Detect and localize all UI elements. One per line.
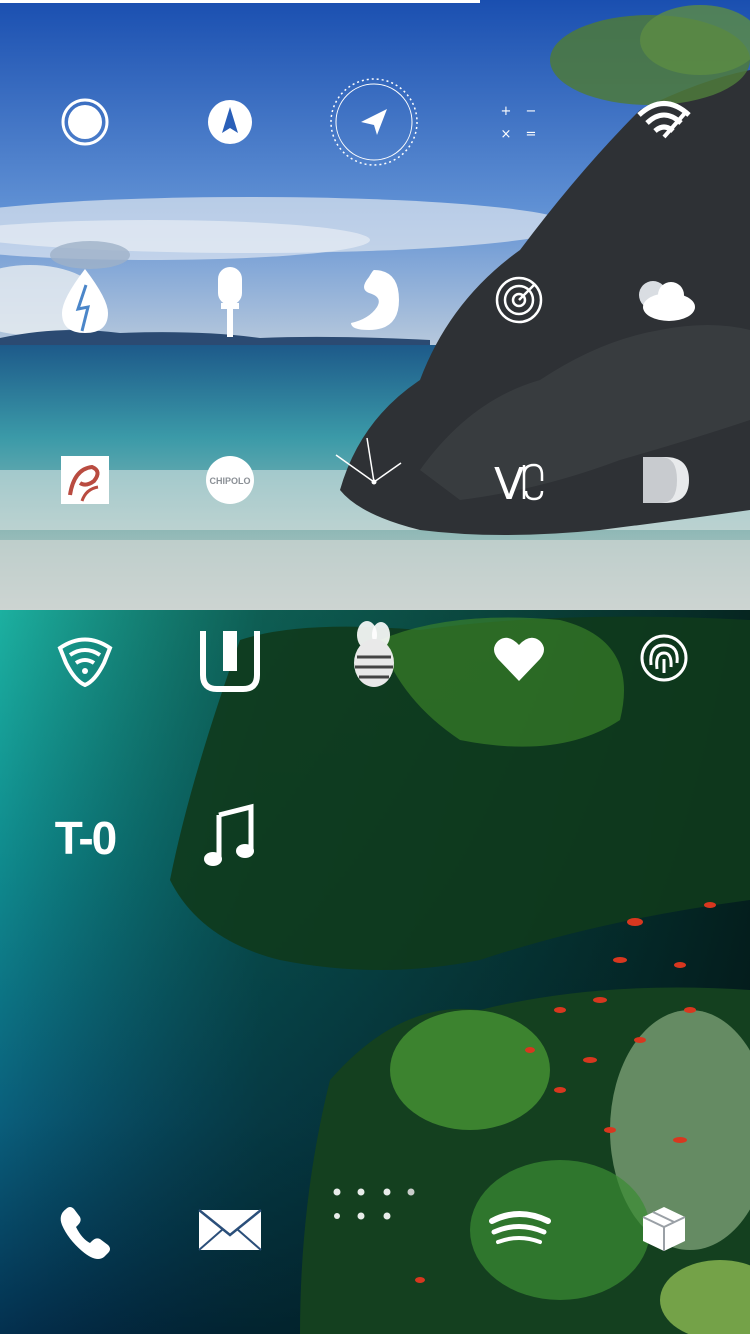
weather-cloud-icon[interactable]: [619, 255, 709, 345]
circle-app-icon[interactable]: [40, 77, 130, 167]
chick-fil-a-icon[interactable]: [40, 435, 130, 525]
compass-arrow-icon[interactable]: [185, 77, 275, 167]
heart-icon[interactable]: [474, 613, 564, 703]
folder-dots-icon[interactable]: [329, 1185, 419, 1275]
music-note-icon[interactable]: [185, 793, 275, 883]
droplet-icon[interactable]: [40, 255, 130, 345]
clock-icon[interactable]: [329, 435, 419, 525]
chipolo-label: CHIPOLO: [209, 476, 250, 486]
uber-icon[interactable]: [185, 613, 275, 703]
countdown-label: T-0: [54, 812, 117, 864]
calculator-icon[interactable]: + − × =: [474, 77, 564, 167]
wifi-speed-icon[interactable]: [619, 77, 709, 167]
calc-equals: =: [526, 127, 537, 142]
d-app-icon[interactable]: [619, 435, 709, 525]
calc-minus: −: [526, 104, 537, 119]
countdown-icon[interactable]: T-0: [40, 793, 130, 883]
vine-letter: V: [494, 459, 524, 510]
chipolo-icon[interactable]: CHIPOLO: [185, 435, 275, 525]
radar-icon[interactable]: [474, 255, 564, 345]
shazam-icon[interactable]: [329, 255, 419, 345]
calc-times: ×: [501, 127, 512, 142]
microphone-icon[interactable]: [185, 255, 275, 345]
fingerprint-icon[interactable]: [619, 613, 709, 703]
calc-plus: +: [501, 104, 512, 119]
vine-icon[interactable]: V: [474, 435, 564, 525]
mail-icon[interactable]: [185, 1185, 275, 1275]
shield-wifi-icon[interactable]: [40, 613, 130, 703]
spotify-icon[interactable]: [474, 1185, 564, 1275]
cydia-box-icon[interactable]: [619, 1185, 709, 1275]
navigation-dial-icon[interactable]: [329, 77, 419, 167]
status-progress-bar: [0, 0, 480, 3]
bee-icon[interactable]: [329, 613, 419, 703]
phone-icon[interactable]: [40, 1185, 130, 1275]
